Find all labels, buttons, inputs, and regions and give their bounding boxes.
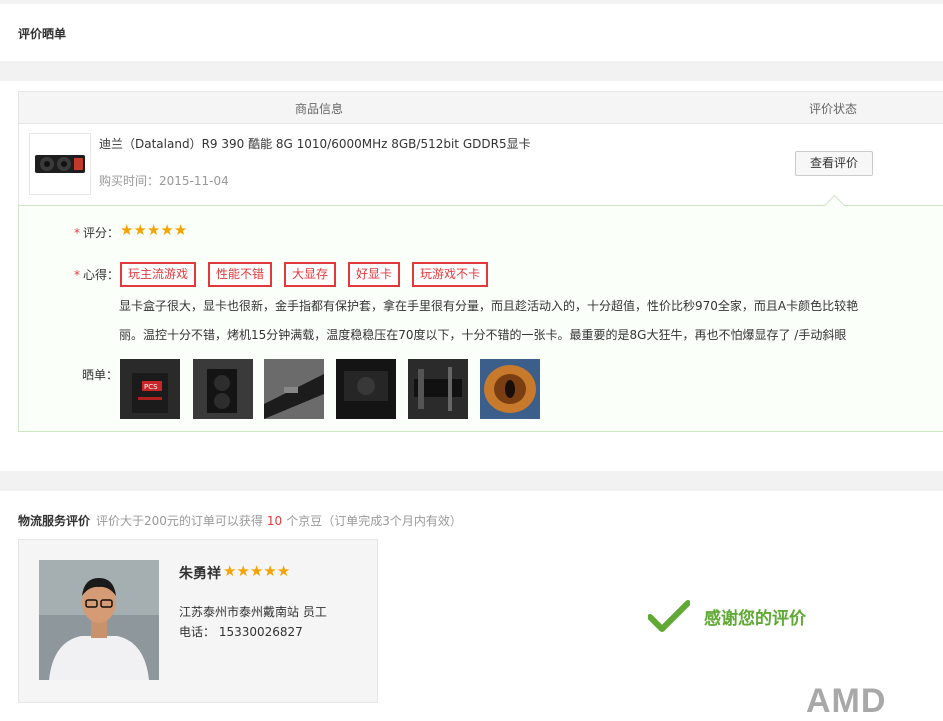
thanks-text: 感谢您的评价 [704,608,806,629]
purchase-date: 购买时间：2015-11-04 [99,174,229,188]
top-band [0,0,943,4]
courier-name: 朱勇祥 [179,566,221,582]
review-photo-2[interactable] [193,359,253,419]
star-icon[interactable]: ★ [120,223,133,238]
courier-avatar [39,560,159,680]
star-icon[interactable]: ★ [263,564,276,579]
score-label-text: 评分： [83,226,120,240]
courier-stars[interactable]: ★ ★ ★ ★ ★ [223,564,290,579]
col-product-info: 商品信息 [295,102,344,116]
star-icon[interactable]: ★ [223,564,236,579]
review-photo-4[interactable] [336,359,396,419]
table-header: 商品信息 评价状态 [19,92,943,124]
star-icon[interactable]: ★ [277,564,290,579]
logistics-title: 物流服务评价 [18,514,91,528]
courier-info: 江苏泰州市泰州戴南站 员工 电话： 15330026827 [179,602,327,642]
amd-watermark: AMD [806,682,887,720]
required-mark: * [74,226,80,240]
score-label: * 评分： [74,224,119,241]
review-photo-1[interactable]: PCS [120,359,180,419]
score-stars[interactable]: ★ ★ ★ ★ ★ [120,223,187,238]
feel-label-text: 心得： [83,268,120,282]
divider-band [0,471,943,491]
svg-text:PCS: PCS [144,383,158,391]
photos-label: 晒单： [82,368,119,382]
star-icon[interactable]: ★ [160,223,173,238]
tag-no-lag[interactable]: 玩游戏不卡 [412,262,489,287]
product-table: 商品信息 评价状态 迪兰（Dataland）R9 390 酷能 8G 1010/… [18,91,943,207]
tag-good-gpu[interactable]: 好显卡 [348,262,401,287]
col-review-status: 评价状态 [809,102,858,116]
star-icon[interactable]: ★ [236,564,249,579]
star-icon[interactable]: ★ [174,223,187,238]
review-photo-3[interactable] [264,359,324,419]
courier-phone: 电话： 15330026827 [179,625,303,639]
logistics-note-after: 个京豆（订单完成3个月内有效） [286,514,462,528]
jingdou-count: 10 [266,514,283,528]
view-review-button[interactable]: 查看评价 [795,151,873,176]
product-name-link[interactable]: 迪兰（Dataland）R9 390 酷能 8G 1010/6000MHz 8G… [99,135,531,152]
review-text: 显卡盒子很大，显卡也很新，金手指都有保护套，拿在手里很有分量，而且趁活动入的，十… [119,299,859,342]
tag-good-performance[interactable]: 性能不错 [208,262,273,287]
star-icon[interactable]: ★ [250,564,263,579]
product-thumbnail[interactable] [29,133,91,195]
tag-mainstream-games[interactable]: 玩主流游戏 [120,262,197,287]
logistics-header: 物流服务评价 评价大于200元的订单可以获得 10 个京豆（订单完成3个月内有效） [18,512,462,529]
required-mark: * [74,268,80,282]
check-icon [648,600,690,632]
feel-label: * 心得： [74,266,119,283]
courier-card: 朱勇祥 ★ ★ ★ ★ ★ 江苏泰州市泰州戴南站 员工 电话： 15330026827 [18,539,378,703]
divider-band [0,61,943,81]
courier-station: 江苏泰州市泰州戴南站 员工 [179,605,327,619]
star-icon[interactable]: ★ [133,223,146,238]
review-panel: * 评分： ★ ★ ★ ★ ★ * 心得： 玩主流游戏 性能不错 大显存 好显卡 玩游戏不卡… [18,194,943,432]
gpu-image [35,155,85,173]
tag-large-vram[interactable]: 大显存 [284,262,337,287]
star-icon[interactable]: ★ [147,223,160,238]
page-title: 评价晒单 [18,27,67,41]
courier-photo [39,560,159,680]
review-photo-6[interactable] [480,359,540,419]
logistics-note-before: 评价大于200元的订单可以获得 [96,514,263,528]
review-photo-5[interactable] [408,359,468,419]
thanks-message: 感谢您的评价 [648,600,806,632]
